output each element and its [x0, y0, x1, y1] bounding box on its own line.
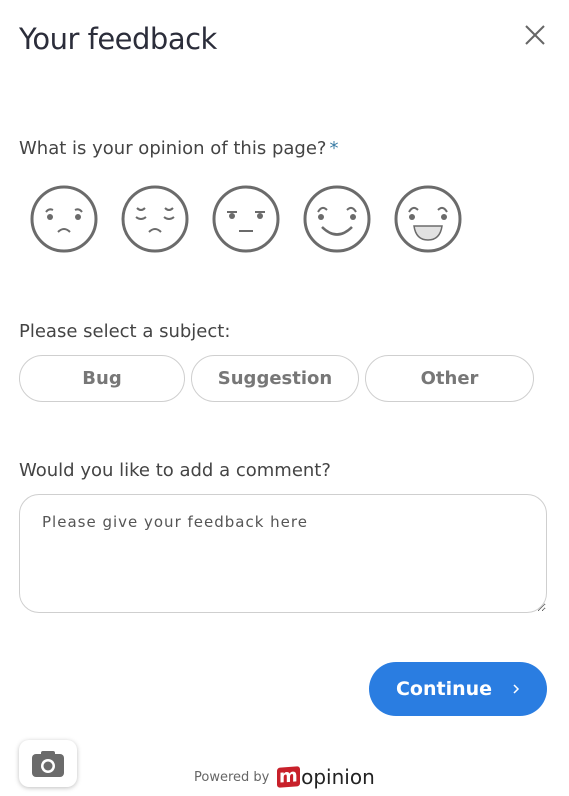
face-very-unhappy-icon[interactable] [29, 184, 99, 254]
mopinion-logo-text: opinion [301, 765, 375, 789]
powered-by: Powered by m opinion [194, 765, 375, 789]
face-unhappy-icon[interactable] [120, 184, 190, 254]
continue-label: Continue [395, 678, 493, 700]
subject-options: Bug Suggestion Other [19, 355, 534, 402]
subject-option-bug[interactable]: Bug [19, 355, 185, 402]
face-neutral-icon[interactable] [211, 184, 281, 254]
rating-question-text: What is your opinion of this page? [19, 138, 327, 159]
mopinion-logo-mark: m [277, 765, 301, 788]
comment-question: Would you like to add a comment? [19, 460, 331, 481]
powered-by-text: Powered by [194, 769, 270, 785]
face-very-happy-icon[interactable] [393, 184, 463, 254]
mopinion-logo[interactable]: m opinion [277, 765, 375, 789]
chevron-right-icon [513, 684, 520, 694]
continue-button[interactable]: Continue [369, 662, 547, 716]
page-title: Your feedback [19, 22, 217, 56]
face-happy-icon[interactable] [302, 184, 372, 254]
screenshot-button[interactable] [19, 740, 77, 787]
required-marker: * [329, 138, 339, 159]
rating-faces [29, 184, 463, 254]
subject-option-suggestion[interactable]: Suggestion [191, 355, 359, 402]
subject-option-other[interactable]: Other [365, 355, 534, 402]
comment-textarea[interactable] [19, 494, 547, 613]
camera-icon [32, 750, 64, 777]
subject-question: Please select a subject: [19, 321, 231, 342]
rating-question: What is your opinion of this page? * [19, 138, 338, 159]
close-icon[interactable] [522, 22, 548, 48]
